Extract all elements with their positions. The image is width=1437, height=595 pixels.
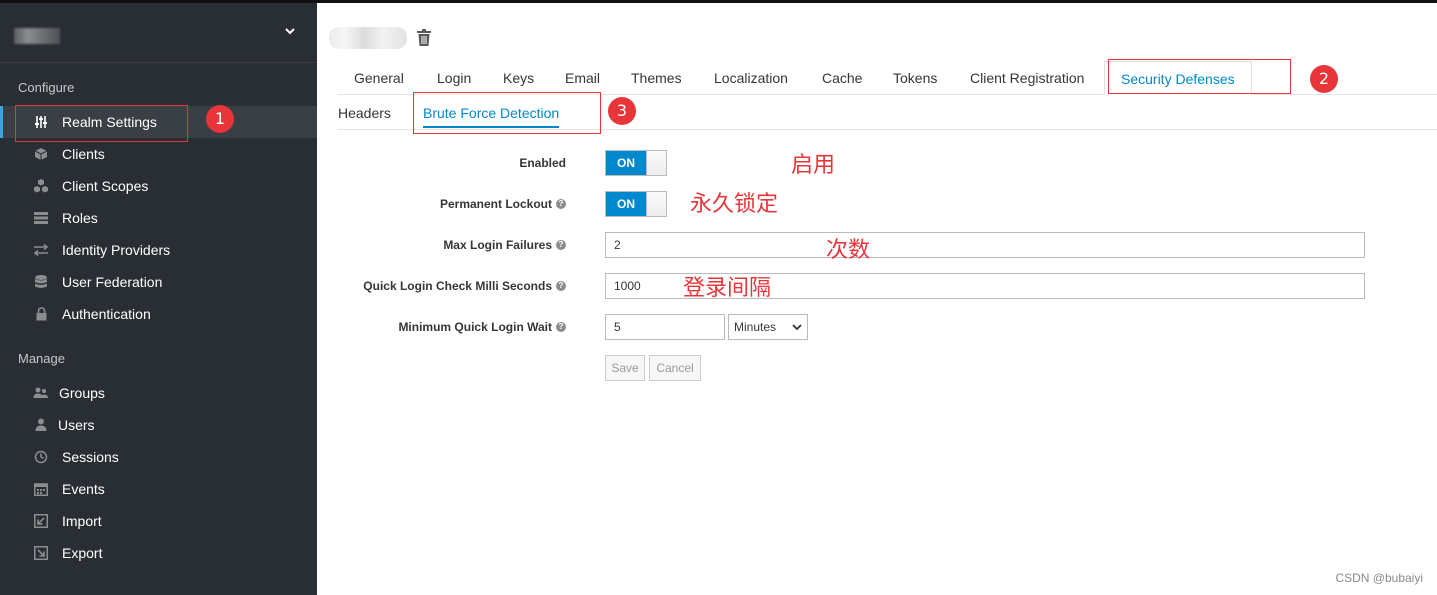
- sidebar-item-label: Identity Providers: [62, 242, 171, 258]
- sidebar-item-clients[interactable]: Clients: [0, 138, 317, 170]
- sidebar-item-label: Client Scopes: [62, 178, 149, 194]
- user-icon: [32, 416, 50, 434]
- import-icon: [32, 512, 50, 530]
- sidebar-item-label: Users: [58, 417, 95, 433]
- tab-email[interactable]: Email: [549, 61, 616, 95]
- save-button[interactable]: Save: [605, 355, 645, 381]
- sidebar-item-roles[interactable]: Roles: [0, 202, 317, 234]
- sidebar: Configure Realm Settings Clients Client …: [0, 3, 317, 595]
- exchange-icon: [32, 241, 50, 259]
- tab-themes[interactable]: Themes: [615, 61, 698, 95]
- sidebar-item-label: Sessions: [62, 449, 119, 465]
- help-icon[interactable]: ?: [556, 240, 566, 250]
- sidebar-item-groups[interactable]: Groups: [0, 377, 317, 409]
- tab-general[interactable]: General: [338, 61, 420, 95]
- manage-section-title: Manage: [18, 351, 65, 366]
- annotation-failures-note: 次数: [826, 238, 871, 263]
- users-icon: [32, 384, 50, 402]
- sidebar-item-label: Import: [62, 513, 102, 529]
- sidebar-item-events[interactable]: Events: [0, 473, 317, 505]
- toggle-knob: [646, 192, 666, 216]
- sidebar-item-sessions[interactable]: Sessions: [0, 441, 317, 473]
- sidebar-item-user-federation[interactable]: User Federation: [0, 266, 317, 298]
- annotation-box-3: [413, 92, 601, 134]
- permanent-lockout-toggle[interactable]: ON: [605, 191, 667, 217]
- help-icon[interactable]: ?: [556, 199, 566, 209]
- help-icon[interactable]: ?: [556, 322, 566, 332]
- annotation-number-2: 2: [1310, 65, 1338, 93]
- tab-tokens[interactable]: Tokens: [877, 61, 953, 95]
- cancel-button[interactable]: Cancel: [649, 355, 701, 381]
- realm-selector[interactable]: [0, 3, 317, 63]
- configure-section-title: Configure: [18, 80, 75, 95]
- annotation-permanent-note: 永久锁定: [690, 192, 779, 217]
- cube-icon: [32, 145, 50, 163]
- realm-name-redacted: [14, 28, 60, 44]
- min-quick-login-wait-label: Minimum Quick Login Wait ?: [398, 320, 566, 334]
- toggle-on-label: ON: [606, 151, 646, 175]
- tab-cache[interactable]: Cache: [806, 61, 878, 95]
- enabled-label: Enabled: [519, 156, 566, 170]
- clock-icon: [32, 448, 50, 466]
- toggle-on-label: ON: [606, 192, 646, 216]
- sidebar-item-label: User Federation: [62, 274, 163, 290]
- chevron-down-icon[interactable]: [284, 24, 296, 41]
- max-login-failures-label: Max Login Failures ?: [443, 238, 566, 252]
- sidebar-item-export[interactable]: Export: [0, 537, 317, 569]
- sidebar-item-authentication[interactable]: Authentication: [0, 298, 317, 330]
- sidebar-item-identity-providers[interactable]: Identity Providers: [0, 234, 317, 266]
- watermark: CSDN @bubaiyi: [1335, 571, 1423, 585]
- sidebar-item-users[interactable]: Users: [0, 409, 317, 441]
- toggle-knob: [646, 151, 666, 175]
- list-icon: [32, 209, 50, 227]
- quick-login-check-label: Quick Login Check Milli Seconds ?: [363, 279, 566, 293]
- sidebar-item-label: Roles: [62, 210, 98, 226]
- sidebar-item-label: Events: [62, 481, 105, 497]
- annotation-number-3: 3: [608, 97, 636, 125]
- database-icon: [32, 273, 50, 291]
- annotation-enabled-note: 启用: [791, 153, 836, 178]
- sidebar-item-label: Export: [62, 545, 103, 561]
- annotation-box-2: [1108, 59, 1291, 94]
- enabled-toggle[interactable]: ON: [605, 150, 667, 176]
- tab-login[interactable]: Login: [421, 61, 487, 95]
- annotation-box-1: [15, 105, 188, 142]
- min-quick-login-wait-input[interactable]: 5: [605, 314, 725, 340]
- tab-localization[interactable]: Localization: [698, 61, 804, 95]
- max-login-failures-input[interactable]: 2: [605, 232, 1365, 258]
- realm-title-redacted: [329, 27, 407, 49]
- export-icon: [32, 544, 50, 562]
- permanent-lockout-label: Permanent Lockout ?: [440, 197, 566, 211]
- tab-client-registration[interactable]: Client Registration: [954, 61, 1100, 95]
- help-icon[interactable]: ?: [556, 281, 566, 291]
- cubes-icon: [32, 177, 50, 195]
- trash-icon[interactable]: [416, 29, 432, 47]
- sidebar-item-client-scopes[interactable]: Client Scopes: [0, 170, 317, 202]
- sidebar-item-import[interactable]: Import: [0, 505, 317, 537]
- subtab-headers[interactable]: Headers: [338, 96, 391, 130]
- sidebar-item-label: Clients: [62, 146, 105, 162]
- tab-keys[interactable]: Keys: [487, 61, 550, 95]
- chevron-down-icon: [792, 315, 802, 349]
- min-quick-login-wait-unit-select[interactable]: Minutes: [728, 314, 808, 340]
- sidebar-item-label: Groups: [59, 385, 105, 401]
- annotation-interval-note: 登录间隔: [683, 276, 772, 301]
- annotation-number-1: 1: [206, 105, 234, 133]
- lock-icon: [32, 305, 50, 323]
- sidebar-item-label: Authentication: [62, 306, 151, 322]
- calendar-icon: [32, 480, 50, 498]
